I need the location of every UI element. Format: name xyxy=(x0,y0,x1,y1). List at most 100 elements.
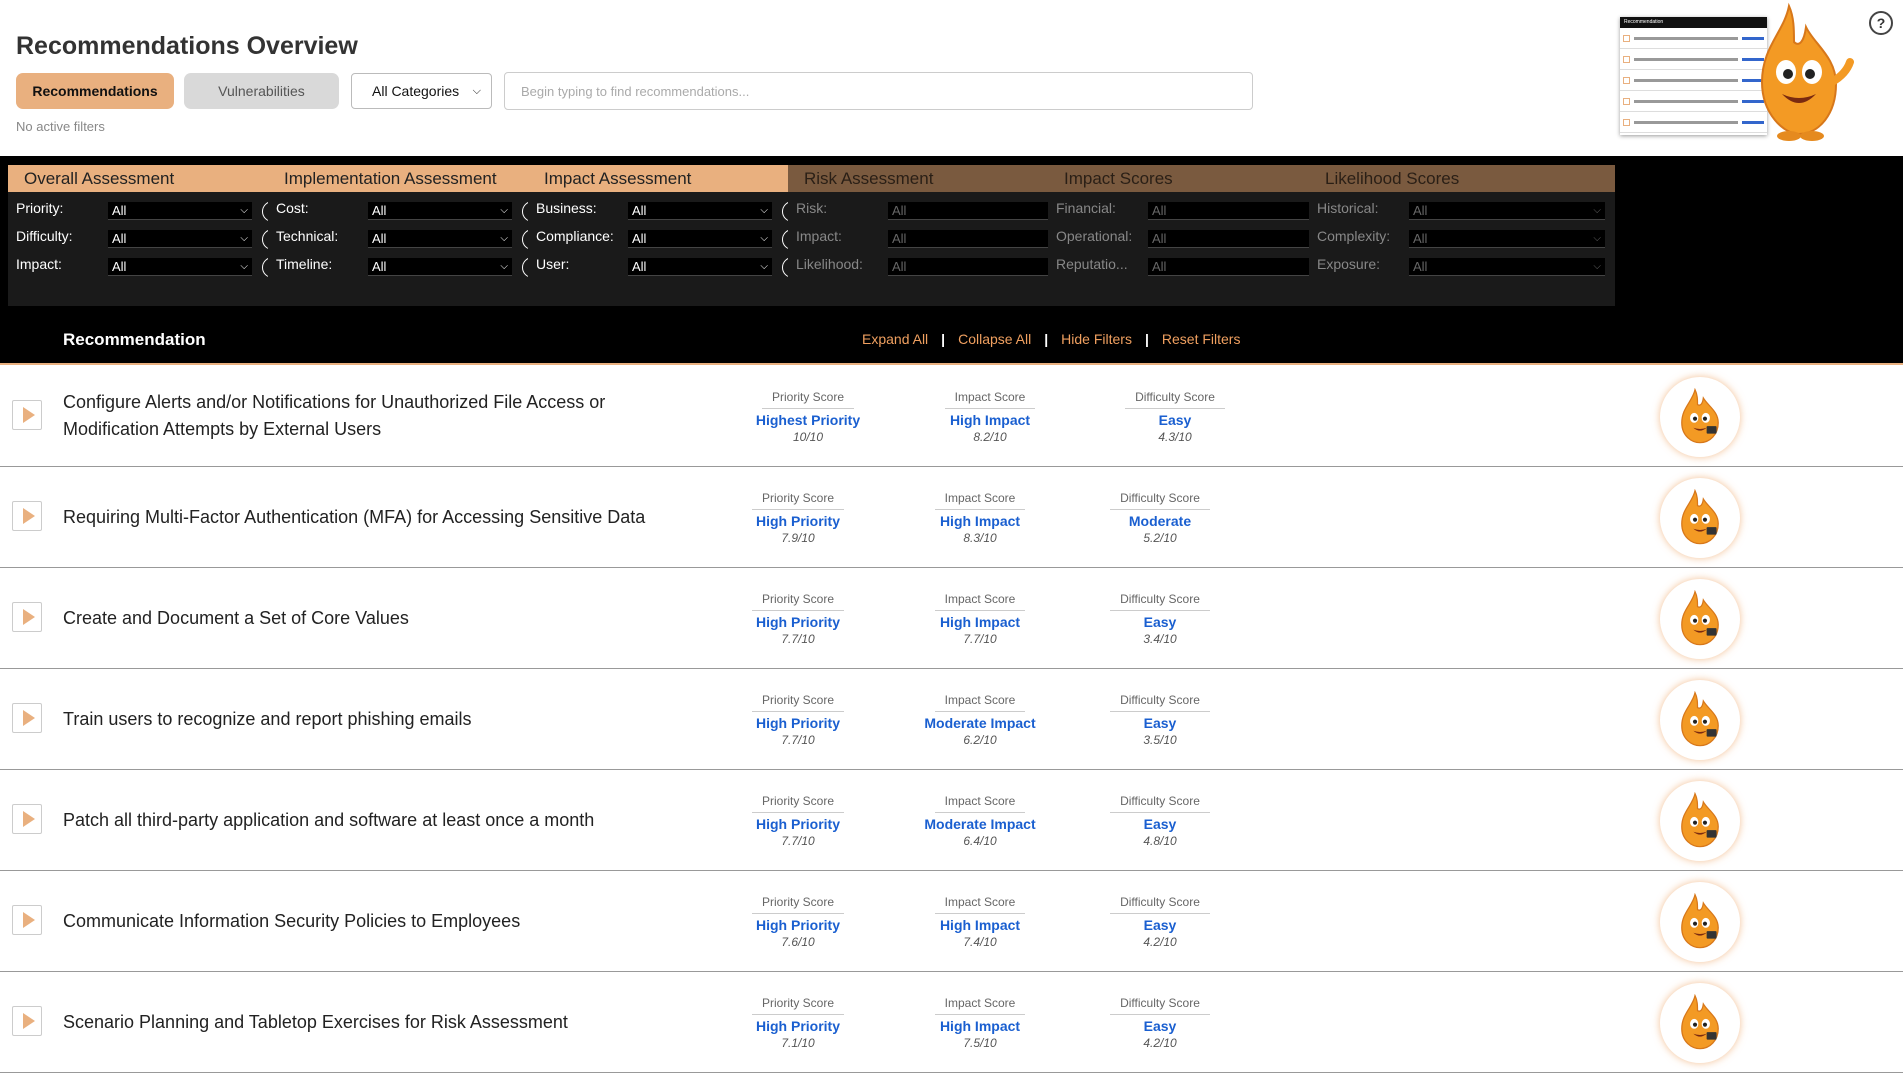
priority-score-label: Priority Score xyxy=(751,895,845,914)
filter-select[interactable]: All ⌵ xyxy=(108,258,252,276)
play-triangle-icon xyxy=(22,508,35,524)
collapse-all-link[interactable]: Collapse All xyxy=(945,331,1044,347)
priority-score-label: Priority Score xyxy=(751,592,845,611)
filter-select[interactable]: All ⌵ xyxy=(108,202,252,220)
expand-row-button[interactable] xyxy=(12,400,42,430)
recommendation-title[interactable]: Scenario Planning and Tabletop Exercises… xyxy=(63,972,703,1072)
difficulty-score-value: 4.3/10 xyxy=(1158,430,1192,444)
recommendation-row[interactable]: Communicate Information Security Policie… xyxy=(0,871,1903,972)
expand-row-button[interactable] xyxy=(12,501,42,531)
recommendation-row[interactable]: Requiring Multi-Factor Authentication (M… xyxy=(0,467,1903,568)
difficulty-score: Difficulty Score Easy 4.2/10 xyxy=(1080,994,1240,1050)
recommendation-row[interactable]: Create and Document a Set of Core Values… xyxy=(0,568,1903,669)
chevron-down-icon: ⌵ xyxy=(472,84,481,97)
priority-score-value: 7.9/10 xyxy=(781,531,815,545)
filter-label: Business: xyxy=(536,200,597,216)
hide-filters-link[interactable]: Hide Filters xyxy=(1048,331,1145,347)
help-icon[interactable]: ? xyxy=(1869,11,1893,35)
tab-bar: Recommendations Vulnerabilities All Cate… xyxy=(16,72,1253,110)
recommendation-title[interactable]: Configure Alerts and/or Notifications fo… xyxy=(63,366,703,466)
expand-row-button[interactable] xyxy=(12,1006,42,1036)
impact-score-label: Impact Score xyxy=(934,592,1026,611)
chevron-down-icon: ⌵ xyxy=(500,261,508,272)
filter-label: Complexity: xyxy=(1317,228,1391,244)
expand-row-button[interactable] xyxy=(12,602,42,632)
filter-row: Business:All⌵↕ xyxy=(536,196,826,222)
expand-row-button[interactable] xyxy=(12,703,42,733)
expand-row-button[interactable] xyxy=(12,804,42,834)
recommendation-title[interactable]: Train users to recognize and report phis… xyxy=(63,669,703,769)
filter-select[interactable]: All ⌵ xyxy=(628,230,772,248)
recommendation-row[interactable]: Train users to recognize and report phis… xyxy=(0,669,1903,770)
priority-score-level: High Priority xyxy=(755,917,840,933)
chevron-down-icon: ⌵ xyxy=(240,205,248,216)
filter-select-value: All xyxy=(372,259,387,274)
filter-row: Priority:All⌵↕ xyxy=(16,196,306,222)
chevron-down-icon: ⌵ xyxy=(500,233,508,244)
impact-score-level: High Impact xyxy=(939,1018,1021,1034)
recommendation-title[interactable]: Communicate Information Security Policie… xyxy=(63,871,703,971)
impact-score-level: Moderate Impact xyxy=(924,816,1036,832)
impact-score-level: High Impact xyxy=(949,412,1031,428)
tab-vulnerabilities[interactable]: Vulnerabilities xyxy=(184,73,339,109)
priority-score: Priority Score High Priority 7.7/10 xyxy=(718,792,878,848)
filter-label: Likelihood: xyxy=(796,256,863,272)
expand-all-link[interactable]: Expand All xyxy=(849,331,941,347)
filter-group-title: Likelihood Scores xyxy=(1309,165,1615,192)
difficulty-score-label: Difficulty Score xyxy=(1110,592,1210,611)
filter-select[interactable]: All ⌵ xyxy=(628,258,772,276)
priority-score-label: Priority Score xyxy=(751,996,845,1015)
filter-select[interactable]: All ⌵ xyxy=(368,230,512,248)
filter-select[interactable]: All ⌵ xyxy=(368,202,512,220)
flame-mascot-icon xyxy=(1660,882,1740,962)
impact-score: Impact Score High Impact 8.3/10 xyxy=(900,489,1060,545)
filter-select[interactable]: All ⌵ xyxy=(368,258,512,276)
filter-row: Timeline:All⌵↕ xyxy=(276,252,566,278)
filter-select-value: All xyxy=(1413,231,1428,246)
play-triangle-icon xyxy=(22,811,35,827)
filter-row: User:All⌵↕ xyxy=(536,252,826,278)
flame-mascot-icon xyxy=(1760,2,1854,141)
recommendation-title[interactable]: Create and Document a Set of Core Values xyxy=(63,568,703,668)
filter-label: User: xyxy=(536,256,570,272)
category-select[interactable]: All Categories ⌵ xyxy=(351,73,492,109)
filter-select[interactable]: All ⌵ xyxy=(628,202,772,220)
recommendation-title[interactable]: Requiring Multi-Factor Authentication (M… xyxy=(63,467,703,567)
impact-score-value: 6.2/10 xyxy=(963,733,997,747)
filter-row: Operational:All⌵ xyxy=(1056,224,1346,248)
chevron-down-icon: ⌵ xyxy=(500,205,508,216)
reset-filters-link[interactable]: Reset Filters xyxy=(1149,331,1254,347)
filter-select: All ⌵ xyxy=(1409,258,1605,276)
filter-select-value: All xyxy=(112,203,127,218)
filter-label: Financial: xyxy=(1056,200,1116,216)
impact-score: Impact Score High Impact 7.4/10 xyxy=(900,893,1060,949)
filter-select-value: All xyxy=(892,259,907,274)
filter-group: Likelihood Scores Historical: All ⌵ Complexi… xyxy=(1309,165,1615,306)
filter-label: Impact: xyxy=(16,256,62,272)
chevron-down-icon: ⌵ xyxy=(240,261,248,272)
recommendation-row[interactable]: Patch all third-party application and so… xyxy=(0,770,1903,871)
flame-mascot-icon xyxy=(1660,983,1740,1063)
chevron-down-icon: ⌵ xyxy=(240,233,248,244)
priority-score-label: Priority Score xyxy=(761,390,855,409)
difficulty-score-value: 4.2/10 xyxy=(1143,935,1177,949)
search-input[interactable]: Begin typing to find recommendations... xyxy=(504,72,1253,110)
flame-mascot-icon xyxy=(1660,377,1740,457)
impact-score-label: Impact Score xyxy=(934,794,1026,813)
recommendation-row[interactable]: Scenario Planning and Tabletop Exercises… xyxy=(0,972,1903,1073)
filter-select-value: All xyxy=(112,259,127,274)
filter-select-value: All xyxy=(372,203,387,218)
filter-label: Historical: xyxy=(1317,200,1379,216)
filter-select: All ⌵ xyxy=(1409,202,1605,220)
expand-row-button[interactable] xyxy=(12,905,42,935)
recommendation-title[interactable]: Patch all third-party application and so… xyxy=(63,770,703,870)
impact-score: Impact Score High Impact 8.2/10 xyxy=(910,388,1070,444)
priority-score-level: High Priority xyxy=(755,715,840,731)
impact-score: Impact Score Moderate Impact 6.2/10 xyxy=(900,691,1060,747)
recommendation-row[interactable]: Configure Alerts and/or Notifications fo… xyxy=(0,366,1903,467)
impact-score: Impact Score Moderate Impact 6.4/10 xyxy=(900,792,1060,848)
priority-score-label: Priority Score xyxy=(751,491,845,510)
chevron-down-icon: ⌵ xyxy=(1593,261,1601,272)
tab-recommendations[interactable]: Recommendations xyxy=(16,73,174,109)
filter-select[interactable]: All ⌵ xyxy=(108,230,252,248)
